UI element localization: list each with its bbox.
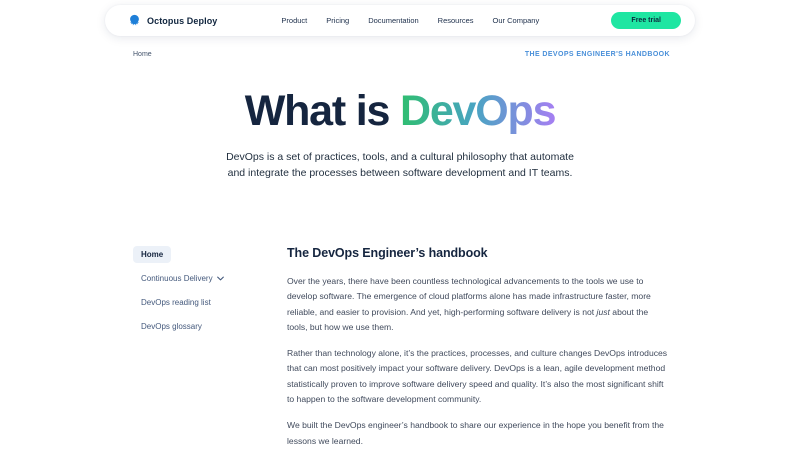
sidebar-item-label: DevOps glossary: [141, 322, 202, 331]
article-paragraph-1: Over the years, there have been countles…: [287, 274, 670, 335]
nav-item-our-company[interactable]: Our Company: [493, 16, 540, 25]
sidebar-item-label: DevOps reading list: [141, 298, 211, 307]
page-title: What is DevOps: [0, 88, 800, 135]
sidebar-item-continuous-delivery[interactable]: Continuous Delivery: [133, 270, 232, 287]
sidebar-item-devops-glossary[interactable]: DevOps glossary: [133, 318, 210, 335]
article-paragraph-2: Rather than technology alone, it’s the p…: [287, 346, 670, 407]
brand-name: Octopus Deploy: [147, 16, 217, 26]
nav-item-pricing[interactable]: Pricing: [326, 16, 349, 25]
nav-item-documentation[interactable]: Documentation: [368, 16, 418, 25]
hero-section: What is DevOps DevOps is a set of practi…: [0, 88, 800, 181]
paragraph-italic: just: [597, 307, 610, 317]
article: The DevOps Engineer’s handbook Over the …: [287, 246, 670, 450]
breadcrumb: Home THE DEVOPS ENGINEER'S HANDBOOK: [133, 51, 670, 58]
nav-item-resources[interactable]: Resources: [438, 16, 474, 25]
sidebar: Home Continuous Delivery DevOps reading …: [133, 246, 287, 450]
hero-subtitle: DevOps is a set of practices, tools, and…: [216, 150, 584, 180]
breadcrumb-home-link[interactable]: Home: [133, 51, 152, 58]
content-area: Home Continuous Delivery DevOps reading …: [133, 246, 670, 450]
article-heading-handbook: The DevOps Engineer’s handbook: [287, 246, 670, 260]
page-title-highlight: DevOps: [400, 87, 555, 135]
free-trial-button[interactable]: Free trial: [611, 12, 681, 29]
top-navbar: Octopus Deploy Product Pricing Documenta…: [105, 5, 695, 36]
nav-item-product[interactable]: Product: [281, 16, 307, 25]
article-paragraph-3: We built the DevOps engineer’s handbook …: [287, 418, 670, 449]
sidebar-item-home[interactable]: Home: [133, 246, 171, 263]
chevron-down-icon: [217, 276, 224, 281]
handbook-link[interactable]: THE DEVOPS ENGINEER'S HANDBOOK: [525, 51, 670, 58]
page-title-prefix: What is: [245, 87, 400, 135]
nav-links: Product Pricing Documentation Resources …: [281, 16, 539, 25]
octopus-icon: [127, 13, 142, 28]
page: Octopus Deploy Product Pricing Documenta…: [0, 0, 800, 450]
sidebar-item-devops-reading-list[interactable]: DevOps reading list: [133, 294, 219, 311]
sidebar-item-label: Home: [141, 250, 163, 259]
brand-logo[interactable]: Octopus Deploy: [127, 13, 217, 28]
sidebar-item-label: Continuous Delivery: [141, 274, 213, 283]
